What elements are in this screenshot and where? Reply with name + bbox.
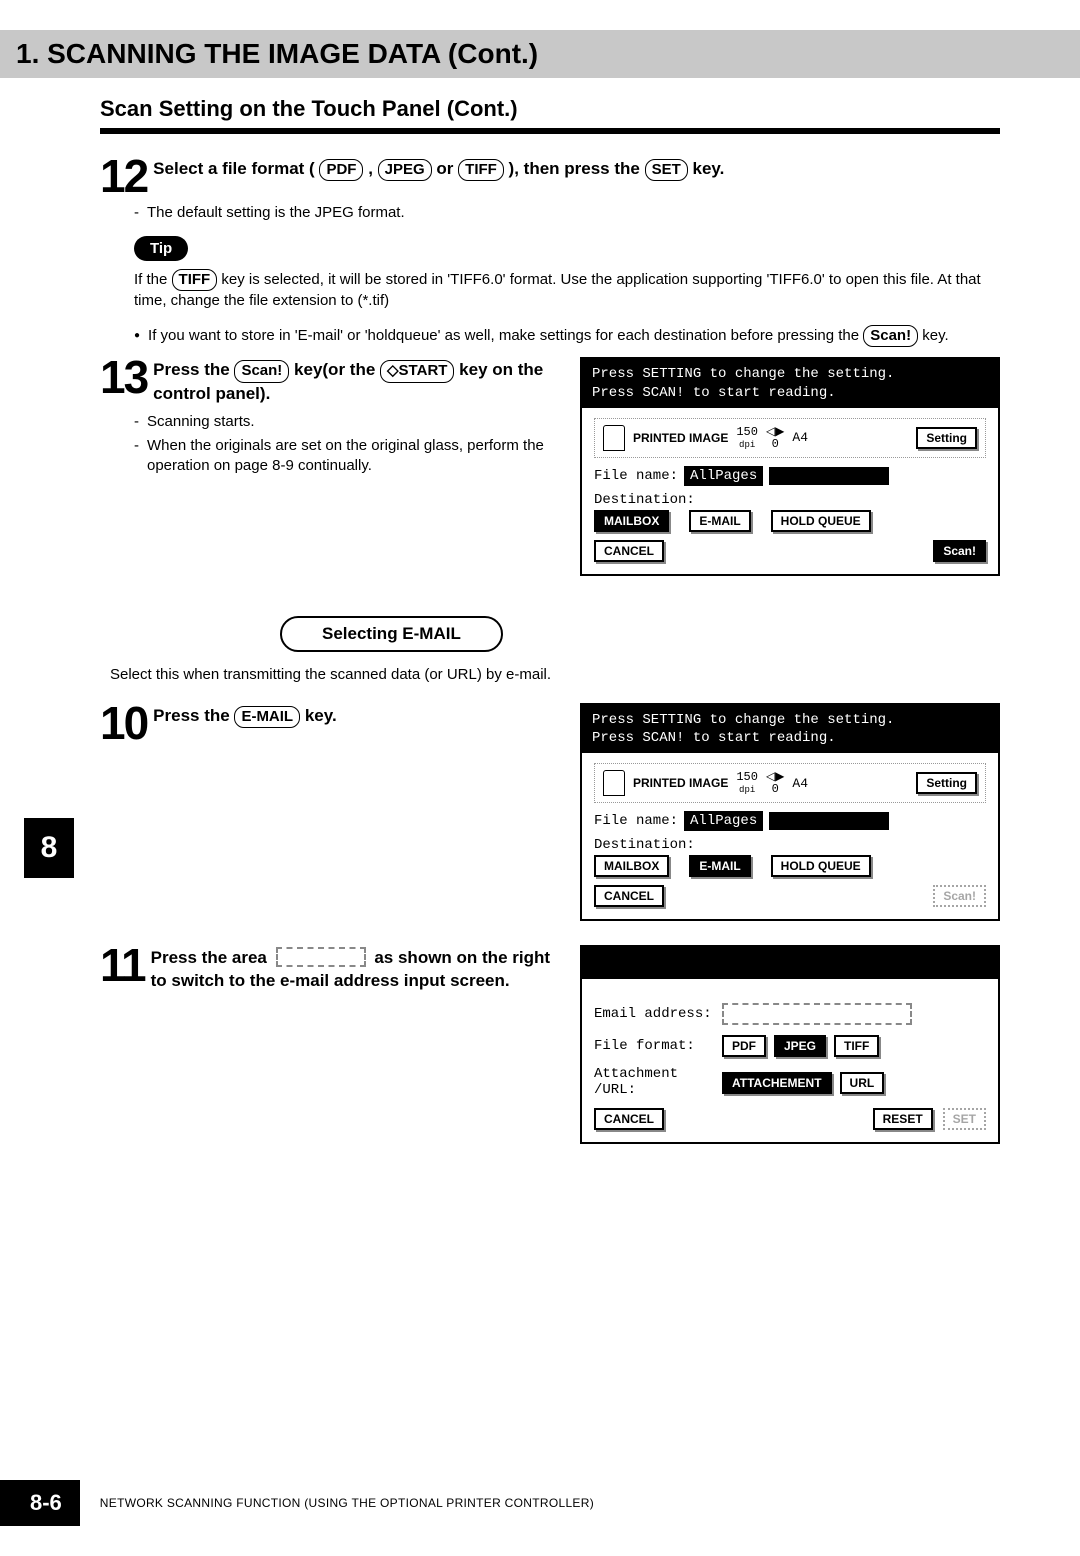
- jpeg-button[interactable]: JPEG: [774, 1035, 826, 1057]
- mailbox-button[interactable]: MAILBOX: [594, 510, 669, 532]
- scan-button-disabled: Scan!: [933, 885, 986, 907]
- email-address-input[interactable]: [722, 1003, 912, 1025]
- step-13-note-2: When the originals are set on the origin…: [134, 436, 560, 477]
- step-number: 12: [100, 156, 147, 197]
- panel-header: Press SETTING to change the setting. Pre…: [582, 359, 998, 407]
- set-key: SET: [645, 159, 688, 181]
- step-instruction: Select a file format ( PDF , JPEG or TIF…: [153, 156, 1000, 181]
- step-10: 10 Press the E-MAIL key.: [100, 703, 560, 744]
- section-pill: Selecting E-MAIL: [280, 616, 503, 652]
- setting-button[interactable]: Setting: [916, 427, 977, 449]
- cancel-button[interactable]: CANCEL: [594, 1108, 664, 1130]
- attachment-row: Attachment /URL: ATTACHEMENT URL: [594, 1067, 986, 1098]
- step-instruction: Press the E-MAIL key.: [153, 703, 560, 728]
- scan-button[interactable]: Scan!: [933, 540, 986, 562]
- page-footer: 8-6 NETWORK SCANNING FUNCTION (USING THE…: [0, 1480, 1080, 1526]
- chapter-title: 1. SCANNING THE IMAGE DATA (Cont.): [16, 38, 1064, 70]
- tiff-key: TIFF: [458, 159, 504, 181]
- step-12-note: The default setting is the JPEG format.: [134, 203, 1000, 223]
- file-name-value[interactable]: AllPages: [684, 466, 763, 486]
- email-address-row: Email address:: [594, 1003, 986, 1025]
- holdqueue-button[interactable]: HOLD QUEUE: [771, 855, 871, 877]
- email-input-panel: Email address: File format: PDF JPEG TIF…: [580, 945, 1000, 1144]
- email-key: E-MAIL: [234, 706, 300, 728]
- dashed-area-icon: [276, 947, 366, 967]
- page-number: 8-6: [0, 1480, 80, 1526]
- document-icon: [603, 770, 625, 796]
- file-name-row: File name: AllPages: [594, 811, 986, 831]
- tiff-key-tip: TIFF: [172, 269, 218, 291]
- holdqueue-button[interactable]: HOLD QUEUE: [771, 510, 871, 532]
- cancel-button[interactable]: CANCEL: [594, 540, 664, 562]
- reset-button[interactable]: RESET: [873, 1108, 933, 1130]
- printed-image-row: PRINTED IMAGE 150dpi ◁▶0 A4 Setting: [594, 763, 986, 803]
- scan-key-inline: Scan!: [863, 325, 918, 347]
- destination-row: Destination: MAILBOX E-MAIL HOLD QUEUE: [594, 837, 986, 877]
- panel-header: Press SETTING to change the setting. Pre…: [582, 705, 998, 753]
- cancel-button[interactable]: CANCEL: [594, 885, 664, 907]
- file-name-row: File name: AllPages: [594, 466, 986, 486]
- tip-text: If the TIFF key is selected, it will be …: [134, 269, 1000, 312]
- section-subtitle: Scan Setting on the Touch Panel (Cont.): [100, 96, 1000, 122]
- file-name-field[interactable]: [769, 467, 889, 485]
- file-name-field[interactable]: [769, 812, 889, 830]
- scan-key: Scan!: [234, 360, 289, 382]
- file-format-row: File format: PDF JPEG TIFF: [594, 1035, 986, 1057]
- email-button[interactable]: E-MAIL: [689, 855, 750, 877]
- touch-panel-1: Press SETTING to change the setting. Pre…: [580, 357, 1000, 575]
- step-11: 11 Press the area as shown on the right …: [100, 945, 560, 993]
- jpeg-key: JPEG: [378, 159, 432, 181]
- printed-image-row: PRINTED IMAGE 150dpi ◁▶0 A4 Setting: [594, 418, 986, 458]
- tip-badge: Tip: [134, 236, 188, 261]
- mailbox-button[interactable]: MAILBOX: [594, 855, 669, 877]
- bullet-note: If you want to store in 'E-mail' or 'hol…: [134, 325, 1000, 347]
- attachment-button[interactable]: ATTACHEMENT: [722, 1072, 832, 1094]
- email-button[interactable]: E-MAIL: [689, 510, 750, 532]
- step-instruction: Press the Scan! key(or the ◇START key on…: [153, 357, 560, 405]
- destination-row: Destination: MAILBOX E-MAIL HOLD QUEUE: [594, 492, 986, 532]
- url-button[interactable]: URL: [840, 1072, 885, 1094]
- step-instruction: Press the area as shown on the right to …: [151, 945, 560, 993]
- step-number: 11: [100, 945, 145, 986]
- chapter-tab: 8: [24, 818, 74, 878]
- chapter-header: 1. SCANNING THE IMAGE DATA (Cont.): [0, 30, 1080, 78]
- footer-text: NETWORK SCANNING FUNCTION (USING THE OPT…: [100, 1496, 594, 1510]
- panel-header-blank: [582, 947, 998, 979]
- step-13-note-1: Scanning starts.: [134, 412, 560, 432]
- printed-image-label: PRINTED IMAGE: [633, 776, 728, 790]
- step-number: 10: [100, 703, 147, 744]
- file-name-value[interactable]: AllPages: [684, 811, 763, 831]
- step-number: 13: [100, 357, 147, 398]
- touch-panel-2: Press SETTING to change the setting. Pre…: [580, 703, 1000, 921]
- start-key: ◇START: [380, 360, 454, 382]
- printed-image-label: PRINTED IMAGE: [633, 431, 728, 445]
- pdf-key: PDF: [319, 159, 363, 181]
- pdf-button[interactable]: PDF: [722, 1035, 766, 1057]
- document-icon: [603, 425, 625, 451]
- divider: [100, 128, 1000, 134]
- step-13: 13 Press the Scan! key(or the ◇START key…: [100, 357, 560, 405]
- set-button-disabled: SET: [943, 1108, 986, 1130]
- tiff-button[interactable]: TIFF: [834, 1035, 879, 1057]
- section-description: Select this when transmitting the scanne…: [110, 666, 1000, 683]
- step-12: 12 Select a file format ( PDF , JPEG or …: [100, 156, 1000, 197]
- setting-button[interactable]: Setting: [916, 772, 977, 794]
